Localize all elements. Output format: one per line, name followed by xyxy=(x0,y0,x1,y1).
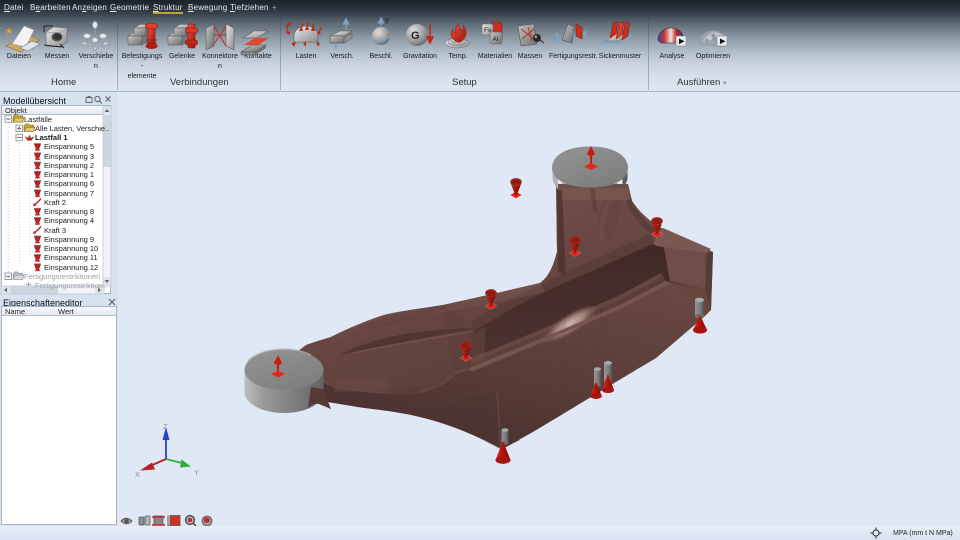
svg-text:g: g xyxy=(385,17,389,24)
svg-text:Y: Y xyxy=(194,468,199,477)
svg-text:G: G xyxy=(411,30,420,42)
svg-text:Al: Al xyxy=(493,36,499,43)
svg-text:Z: Z xyxy=(163,422,168,431)
svg-text:X: X xyxy=(135,470,140,479)
